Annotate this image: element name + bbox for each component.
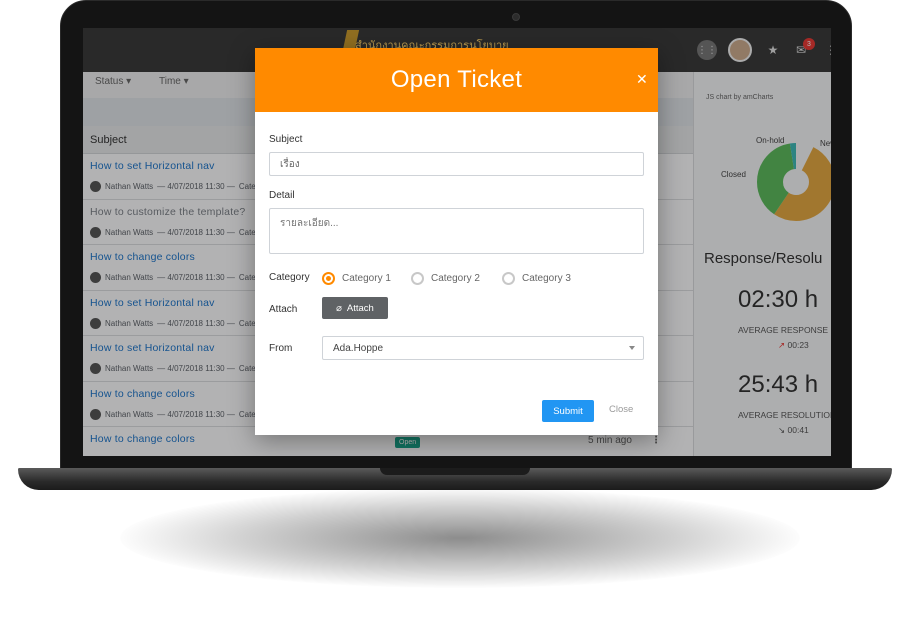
- detail-label: Detail: [269, 190, 295, 201]
- radio-icon: [502, 272, 515, 285]
- category-label: Category: [269, 272, 310, 283]
- subject-input[interactable]: [269, 152, 644, 176]
- category-1-radio[interactable]: Category 1: [322, 272, 391, 285]
- subject-label: Subject: [269, 134, 303, 145]
- modal-title: Open Ticket: [390, 66, 523, 93]
- attach-label: Attach: [269, 304, 298, 315]
- radio-selected-icon: [322, 272, 335, 285]
- app-screen: สำนักงานคณะกรรมการนโยบาย ⋮⋮ ★ ✉ 3 ⋮ Stat…: [83, 28, 831, 456]
- from-select[interactable]: Ada.Hoppe: [322, 336, 644, 360]
- laptop-shadow: [120, 488, 800, 588]
- camera-icon: [512, 13, 520, 21]
- stage: สำนักงานคณะกรรมการนโยบาย ⋮⋮ ★ ✉ 3 ⋮ Stat…: [0, 0, 910, 624]
- from-label: From: [269, 343, 293, 354]
- detail-textarea[interactable]: [269, 208, 644, 254]
- open-ticket-modal: Open Ticket ✕ Subject Detail Category Ca…: [255, 48, 658, 435]
- category-3-radio[interactable]: Category 3: [502, 272, 571, 285]
- close-icon[interactable]: ✕: [636, 71, 648, 88]
- close-button[interactable]: Close: [609, 404, 633, 415]
- chevron-down-icon: [629, 346, 635, 350]
- attach-button[interactable]: ⌀ Attach: [322, 297, 388, 319]
- radio-icon: [411, 272, 424, 285]
- modal-header: Open Ticket ✕: [255, 48, 658, 112]
- laptop-notch: [380, 468, 530, 475]
- category-2-radio[interactable]: Category 2: [411, 272, 480, 285]
- submit-button[interactable]: Submit: [542, 400, 594, 422]
- paperclip-icon: ⌀: [336, 302, 342, 314]
